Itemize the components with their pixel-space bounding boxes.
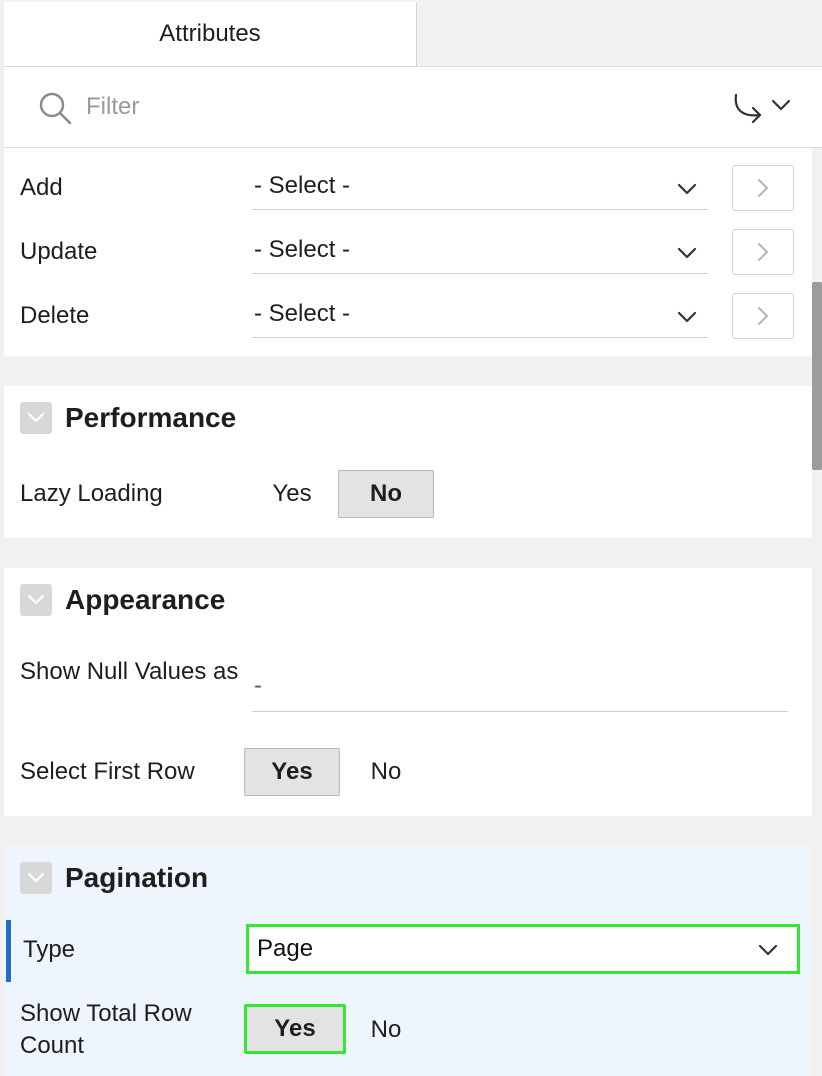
section-title: Performance: [65, 402, 237, 433]
add-label: Add: [20, 174, 63, 201]
tab-attributes[interactable]: Attributes: [4, 2, 417, 66]
add-select-value: - Select -: [254, 172, 351, 199]
chevron-right-icon: [758, 307, 768, 325]
pagination-header[interactable]: Pagination: [20, 862, 208, 894]
delete-label: Delete: [20, 302, 90, 329]
type-select[interactable]: Page: [246, 924, 800, 974]
show-total-label: Show Total Row Count: [20, 1000, 192, 1059]
scrollbar-thumb[interactable]: [812, 282, 822, 470]
collapse-icon[interactable]: [20, 584, 52, 616]
lazy-loading-label: Lazy Loading: [20, 480, 163, 507]
show-total-no[interactable]: No: [350, 1006, 422, 1054]
required-marker: [6, 920, 11, 982]
go-to-icon[interactable]: [728, 89, 798, 125]
select-first-row-label: Select First Row: [20, 758, 195, 785]
update-go-button[interactable]: [732, 229, 794, 275]
collapse-icon[interactable]: [20, 862, 52, 894]
chevron-down-icon: [677, 183, 697, 195]
dml-section: Add - Select - Update - Select - Delete …: [4, 148, 812, 356]
lazy-loading-yes[interactable]: Yes: [256, 470, 328, 518]
type-label: Type: [23, 936, 76, 963]
delete-select-value: - Select -: [254, 300, 351, 327]
chevron-right-icon: [758, 243, 768, 261]
chevron-down-icon: [677, 311, 697, 323]
pagination-section: Pagination Type Page Show Total Row Coun…: [4, 846, 812, 1076]
filter-bar: [4, 66, 822, 148]
chevron-right-icon: [758, 179, 768, 197]
add-select[interactable]: - Select -: [252, 166, 708, 210]
collapse-icon[interactable]: [20, 402, 52, 434]
tab-bar: Attributes: [0, 0, 822, 66]
lazy-loading-no[interactable]: No: [338, 470, 434, 518]
show-null-label: Show Null Values as: [20, 658, 239, 685]
section-title: Pagination: [65, 862, 209, 893]
update-select[interactable]: - Select -: [252, 230, 708, 274]
show-total-yes[interactable]: Yes: [244, 1004, 346, 1054]
appearance-header[interactable]: Appearance: [20, 584, 225, 616]
select-first-row-yes[interactable]: Yes: [244, 748, 340, 796]
update-select-value: - Select -: [254, 236, 351, 263]
show-null-value: -: [254, 672, 262, 699]
type-select-value: Page: [257, 935, 314, 962]
delete-select[interactable]: - Select -: [252, 294, 708, 338]
delete-go-button[interactable]: [732, 293, 794, 339]
search-icon: [39, 92, 72, 125]
show-null-input[interactable]: -: [252, 664, 788, 712]
add-go-button[interactable]: [732, 165, 794, 211]
section-title: Appearance: [65, 584, 226, 615]
performance-section: Performance Lazy Loading Yes No: [4, 386, 812, 538]
appearance-section: Appearance Show Null Values as - Select …: [4, 568, 812, 816]
performance-header[interactable]: Performance: [20, 402, 236, 434]
select-first-row-no[interactable]: No: [350, 748, 422, 796]
chevron-down-icon: [677, 247, 697, 259]
filter-input[interactable]: [86, 87, 586, 127]
chevron-down-icon: [758, 944, 778, 956]
update-label: Update: [20, 238, 98, 265]
